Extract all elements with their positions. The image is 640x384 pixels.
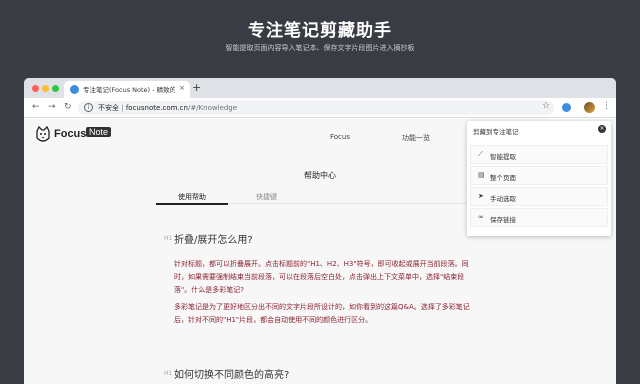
clip-option-label: 智能提取	[490, 153, 516, 161]
hero-subtitle: 智能提取页面内容导入笔记本、保存文字片段图片进入摘抄板	[225, 44, 415, 52]
browser-tab[interactable]: 专注笔记(Focus Note) - 精致的笔记 ×	[64, 81, 190, 98]
forward-arrow-icon[interactable]: →	[48, 102, 56, 112]
h1-collapse-toggle[interactable]: H1	[164, 235, 172, 242]
clip-full-page-button[interactable]: ▤ 整个页面	[470, 166, 608, 185]
logo-text: Focus	[54, 128, 87, 140]
h1-collapse-toggle[interactable]: H1	[164, 370, 172, 377]
tab-shortcuts[interactable]: 快捷键	[256, 192, 277, 202]
new-tab-button[interactable]: +	[192, 81, 201, 94]
hero-title: 专注笔记剪藏助手	[248, 21, 392, 41]
clip-manual-select-button[interactable]: ➤ 手动选取	[470, 187, 608, 206]
active-tab-indicator	[156, 203, 228, 205]
reload-icon[interactable]: ↻	[64, 102, 72, 112]
tab-bar: 专注笔记(Focus Note) - 精致的笔记 × +	[24, 78, 616, 98]
bookmark-star-icon[interactable]: ☆	[542, 101, 550, 111]
question-heading: 折叠/展开怎么用?	[174, 235, 253, 246]
clip-option-label: 手动选取	[490, 195, 516, 203]
answer-paragraph: 针对标题，都可以折叠展开。点击标题前的"H1、H2、H3"符号，即可收起或展开当…	[174, 260, 469, 294]
favicon-icon	[70, 85, 79, 94]
tab-title: 专注笔记(Focus Note) - 精致的笔记	[83, 86, 175, 94]
address-bar: ← → ↻ i 不安全 | focusnote.com.cn/#/Knowled…	[24, 98, 616, 118]
clip-popup: 剪藏到专注笔记 × ⟋ 智能提取 ▤ 整个页面 ➤ 手动选取 ∞ 保存链接	[467, 121, 611, 236]
clip-option-label: 整个页面	[490, 174, 516, 182]
answer-paragraph: 多彩笔记是为了更好地区分出不同的文字片段所设计的，如你看到的这篇Q&A。选择了多…	[174, 303, 470, 324]
url-host: focusnote.com.cn	[125, 104, 188, 112]
url-path: /#/Knowledge	[187, 104, 238, 112]
clip-smart-extract-button[interactable]: ⟋ 智能提取	[470, 145, 608, 164]
focus-note-extension-icon[interactable]	[562, 103, 571, 112]
popup-title: 剪藏到专注笔记	[473, 128, 519, 136]
nav-link-features[interactable]: 功能一览	[402, 133, 430, 143]
tab-usage-help[interactable]: 使用帮助	[178, 192, 206, 202]
logo-badge: Note	[86, 127, 112, 137]
link-icon: ∞	[478, 213, 484, 221]
browser-window: 专注笔记(Focus Note) - 精致的笔记 × + ← → ↻ i 不安全…	[24, 78, 616, 384]
nav-link-focus[interactable]: Focus	[330, 133, 350, 141]
back-arrow-icon[interactable]: ←	[32, 102, 40, 112]
url-input[interactable]: i 不安全 | focusnote.com.cn/#/Knowledge	[78, 101, 554, 115]
close-window-button[interactable]	[32, 85, 39, 92]
document-icon: ▤	[478, 171, 485, 179]
cursor-icon: ➤	[478, 192, 484, 200]
question-heading: 如何切换不同颜色的高亮?	[174, 370, 290, 381]
info-icon[interactable]: i	[84, 103, 93, 112]
clip-save-link-button[interactable]: ∞ 保存链接	[470, 208, 608, 227]
menu-kebab-icon[interactable]: ⋮	[602, 101, 611, 111]
popup-close-button[interactable]: ×	[598, 125, 606, 133]
maximize-window-button[interactable]	[52, 85, 59, 92]
tab-close-button[interactable]: ×	[179, 84, 185, 92]
profile-avatar[interactable]	[584, 102, 595, 113]
security-label: 不安全	[98, 104, 119, 112]
cat-logo-icon	[36, 126, 50, 142]
minimize-window-button[interactable]	[42, 85, 49, 92]
magic-wand-icon: ⟋	[478, 150, 483, 158]
clip-option-label: 保存链接	[490, 216, 516, 224]
